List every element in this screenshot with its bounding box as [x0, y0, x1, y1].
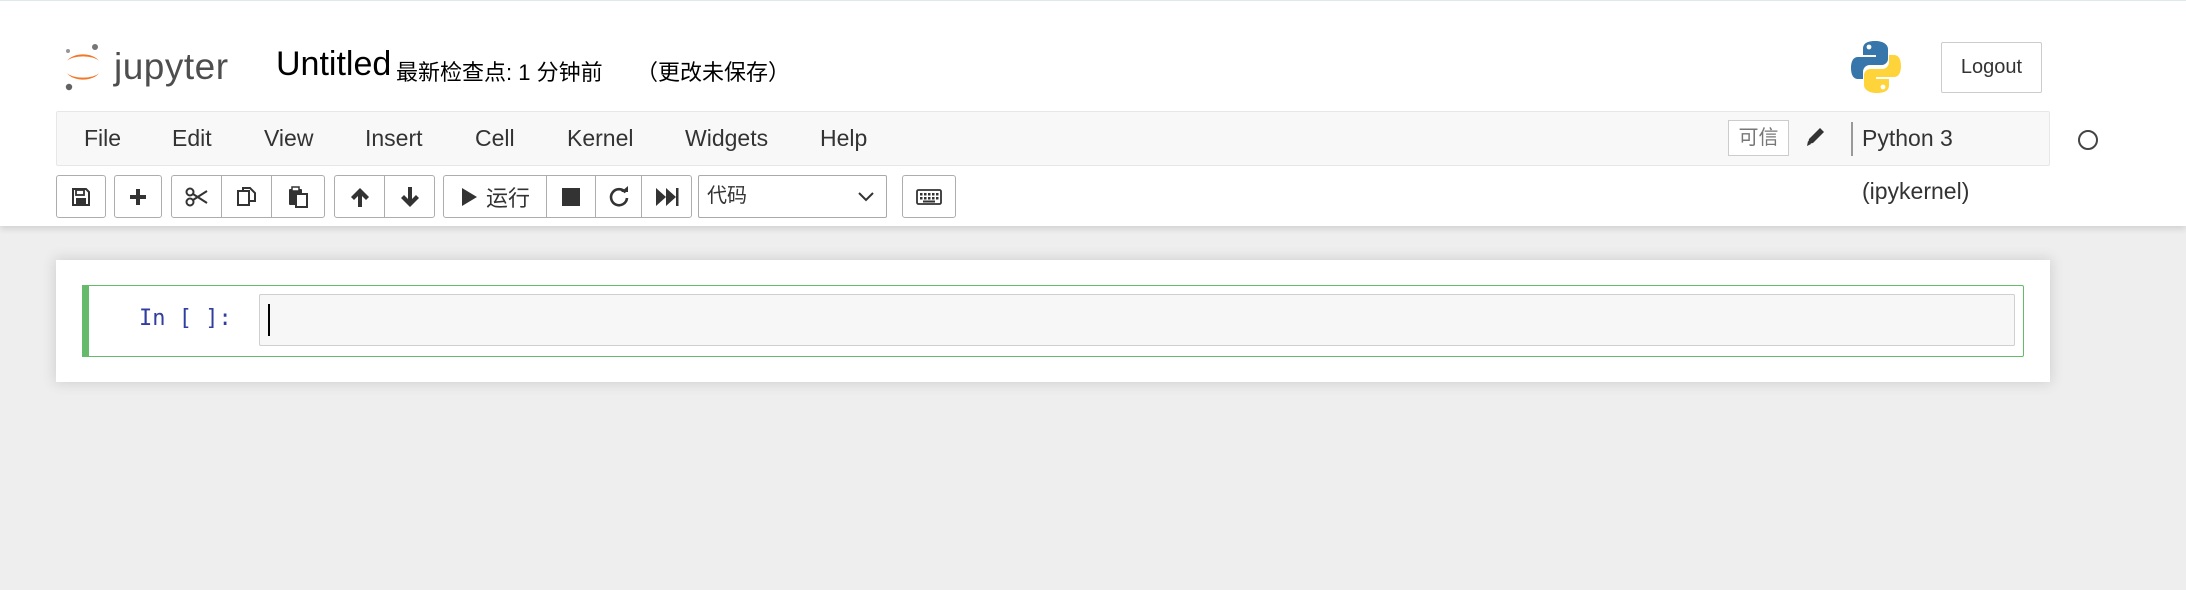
run-button[interactable]: 运行 — [443, 175, 547, 218]
notebook-container: In [ ]: — [56, 260, 2050, 382]
save-icon — [72, 187, 90, 206]
jupyter-logo[interactable]: jupyter — [62, 41, 229, 93]
cell-type-value: 代码 — [707, 185, 747, 207]
restart-run-all-button[interactable] — [641, 175, 692, 218]
restart-kernel-button[interactable] — [595, 175, 642, 218]
trusted-notebook-indicator[interactable]: 可信 — [1728, 120, 1789, 156]
save-button[interactable] — [56, 175, 106, 218]
paste-button[interactable] — [271, 175, 325, 218]
cut-button[interactable] — [171, 175, 222, 218]
plus-icon — [130, 188, 146, 205]
cell-type-select[interactable]: 代码 — [698, 175, 887, 218]
edit-mode-pencil-icon — [1807, 128, 1824, 146]
kernel-separator — [1851, 122, 1853, 156]
insert-cell-button[interactable] — [114, 175, 162, 218]
jupyter-logo-text: jupyter — [114, 46, 229, 87]
keyboard-icon — [916, 188, 942, 205]
menu-kernel[interactable]: Kernel — [567, 112, 633, 165]
python-logo-icon — [1851, 41, 1901, 93]
arrow-up-icon — [350, 187, 369, 207]
interrupt-kernel-button[interactable] — [546, 175, 596, 218]
autosave-status: （更改未保存） — [636, 60, 791, 85]
menu-view[interactable]: View — [264, 112, 313, 165]
scissors-icon — [185, 187, 208, 206]
menu-cell[interactable]: Cell — [475, 112, 515, 165]
play-icon — [461, 187, 477, 206]
menu-help[interactable]: Help — [820, 112, 867, 165]
move-down-button[interactable] — [384, 175, 435, 218]
command-palette-button[interactable] — [902, 175, 956, 218]
kernel-name[interactable]: Python 3 (ipykernel) — [1862, 112, 2049, 218]
menu-insert[interactable]: Insert — [365, 112, 423, 165]
text-cursor — [268, 304, 270, 336]
checkpoint-status: 最新检查点: 1 分钟前 — [396, 60, 603, 85]
input-prompt: In [ ]: — [139, 306, 232, 331]
code-cell[interactable]: In [ ]: — [82, 285, 2024, 357]
stop-icon — [562, 187, 580, 206]
move-up-button[interactable] — [334, 175, 385, 218]
arrow-down-icon — [400, 186, 419, 207]
code-input[interactable] — [259, 294, 2015, 346]
fast-forward-icon — [655, 187, 678, 206]
menu-file[interactable]: File — [84, 112, 121, 165]
menu-widgets[interactable]: Widgets — [685, 112, 768, 165]
copy-icon — [236, 186, 256, 206]
header: jupyter Untitled 最新检查点: 1 分钟前 （更改未保存） Lo… — [0, 0, 2186, 226]
run-button-label: 运行 — [485, 185, 530, 211]
chevron-down-icon — [858, 192, 874, 202]
copy-button[interactable] — [221, 175, 272, 218]
menu-edit[interactable]: Edit — [172, 112, 212, 165]
kernel-idle-indicator-icon — [2078, 130, 2098, 150]
cell-selection-bar — [82, 285, 89, 357]
menubar: File Edit View Insert Cell Kernel Widget… — [56, 111, 2098, 204]
jupyter-logo-icon — [65, 44, 99, 91]
logout-button[interactable]: Logout — [1941, 42, 2042, 93]
notebook-title[interactable]: Untitled — [276, 45, 391, 84]
restart-icon — [609, 185, 628, 207]
paste-icon — [289, 185, 308, 208]
